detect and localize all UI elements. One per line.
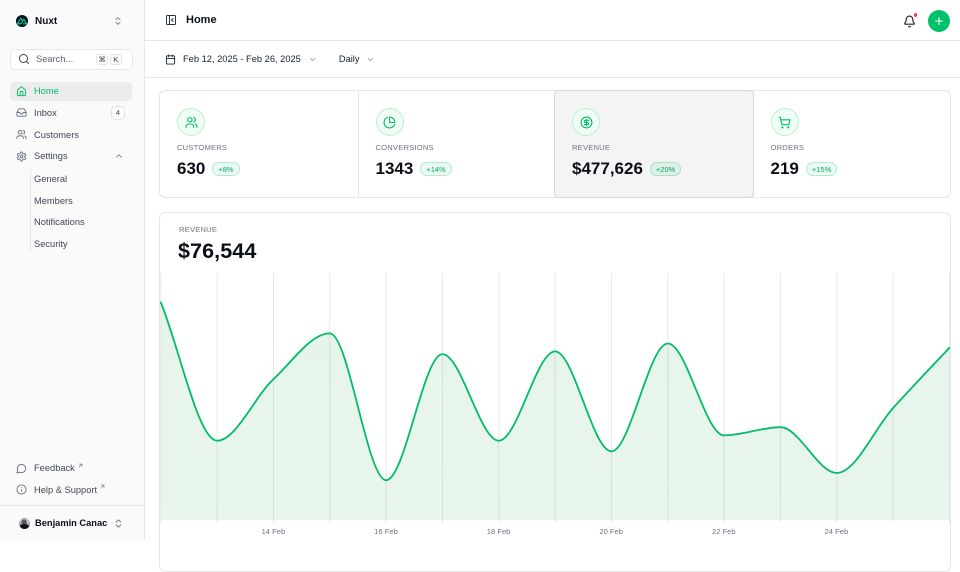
svg-text:18 Feb: 18 Feb — [487, 527, 511, 536]
svg-text:14 Feb: 14 Feb — [262, 527, 286, 536]
svg-text:22 Feb: 22 Feb — [712, 527, 736, 536]
svg-text:16 Feb: 16 Feb — [374, 527, 398, 536]
svg-text:20 Feb: 20 Feb — [599, 527, 623, 536]
svg-text:24 Feb: 24 Feb — [825, 527, 849, 536]
